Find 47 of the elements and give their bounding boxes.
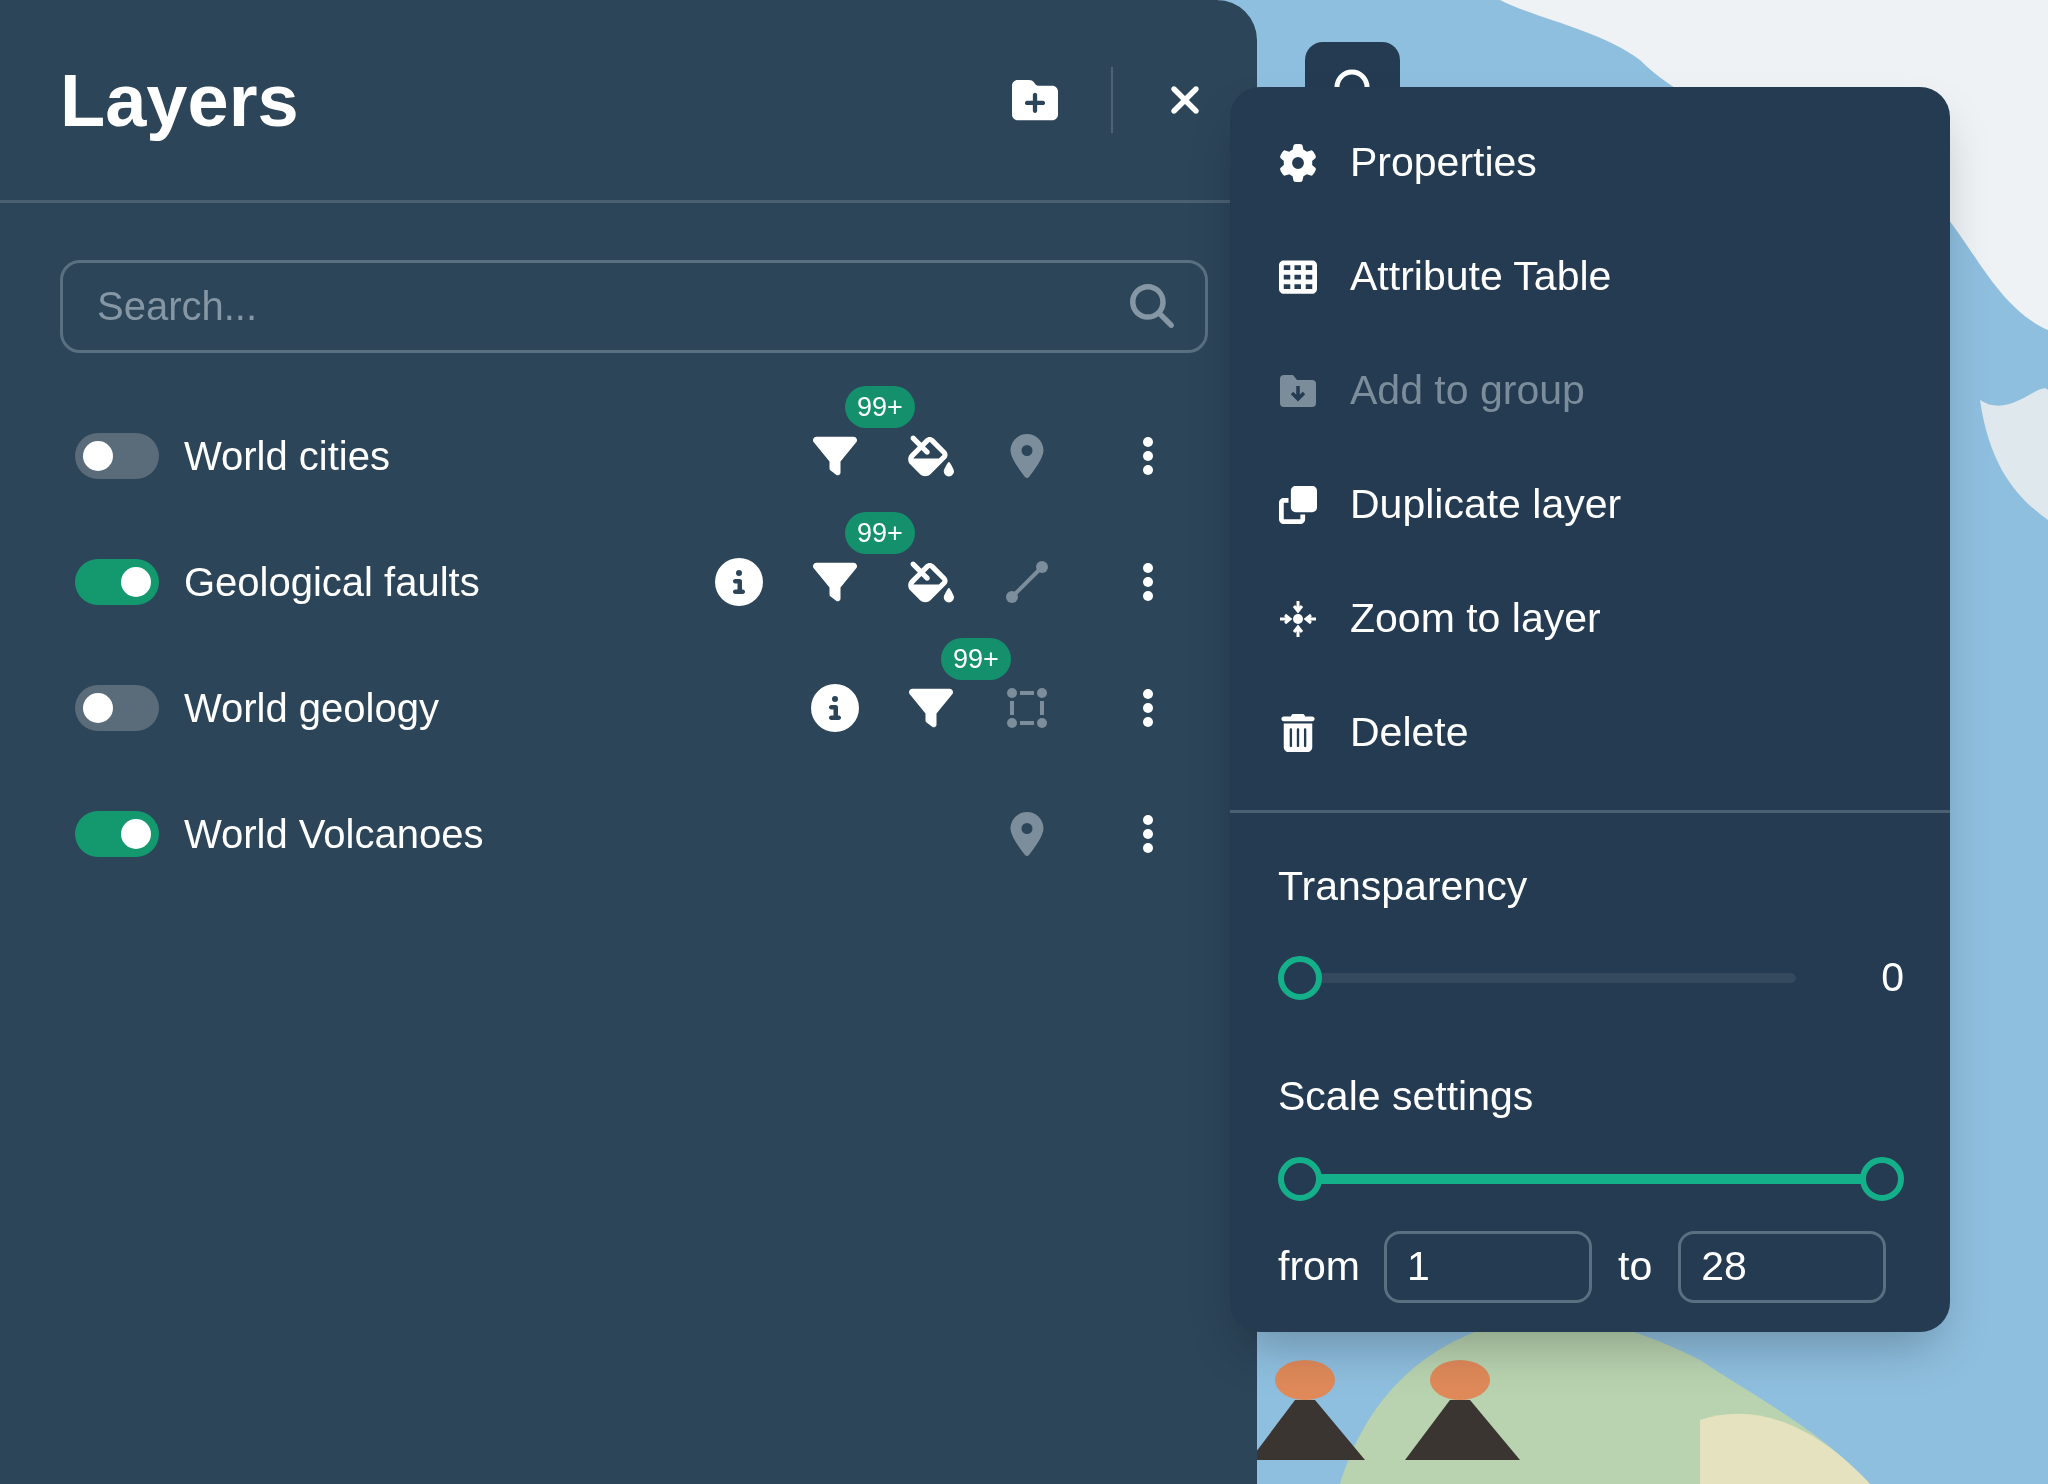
kebab-icon <box>1142 688 1154 728</box>
trash-icon <box>1279 714 1317 752</box>
layer-name: World Volcanoes <box>184 811 485 858</box>
toggle-switch[interactable] <box>75 685 159 731</box>
kebab-icon <box>1142 562 1154 602</box>
count-badge: 99+ <box>845 386 915 428</box>
menu-item[interactable]: Zoom to layer <box>1230 562 1950 676</box>
scale-range-slider[interactable] <box>1278 1156 1904 1201</box>
count-badge: 99+ <box>845 512 915 554</box>
menu-item[interactable]: Duplicate layer <box>1230 448 1950 562</box>
filter-icon <box>813 434 857 478</box>
folder-plus-icon <box>1012 77 1058 123</box>
from-field[interactable]: 1 <box>1384 1230 1592 1303</box>
section-label: Scale settings <box>1278 1071 1535 1121</box>
polygon-icon <box>1004 685 1050 731</box>
menu-item[interactable]: Attribute Table <box>1230 220 1950 334</box>
filter-icon <box>813 560 857 604</box>
menu-item[interactable]: Properties <box>1230 106 1950 220</box>
grid-icon <box>1279 258 1317 296</box>
paint-bucket-icon <box>908 433 954 479</box>
filter-icon <box>909 686 953 730</box>
kebab-icon <box>1142 436 1154 476</box>
from-label: from <box>1278 1241 1360 1291</box>
layer-name: World geology <box>184 685 440 732</box>
panel-title: Layers <box>60 57 300 144</box>
arrows-to-center-icon <box>1278 599 1318 639</box>
menu-item[interactable]: Delete <box>1230 676 1950 790</box>
to-field[interactable]: 28 <box>1678 1230 1887 1303</box>
slider-value: 0 <box>1881 953 1904 1002</box>
copy-icon <box>1279 486 1317 524</box>
count-badge: 99+ <box>941 638 1011 680</box>
to-label: to <box>1618 1241 1653 1291</box>
search-icon <box>1130 284 1174 328</box>
kebab-icon <box>1142 814 1154 854</box>
toggle-switch[interactable] <box>75 811 159 857</box>
info-icon <box>715 558 763 606</box>
toggle-switch[interactable] <box>75 559 159 605</box>
line-icon <box>1004 559 1050 605</box>
search-field[interactable]: Search... <box>60 260 1208 353</box>
toggle-switch[interactable] <box>75 433 159 479</box>
layer-name: World cities <box>184 433 391 480</box>
settings-icon <box>1279 144 1317 182</box>
layer-name: Geological faults <box>184 559 481 606</box>
folder-arrow-icon <box>1278 373 1318 409</box>
section-label: Transparency <box>1278 862 1529 911</box>
paint-bucket-icon <box>908 559 954 605</box>
info-icon <box>811 684 859 732</box>
